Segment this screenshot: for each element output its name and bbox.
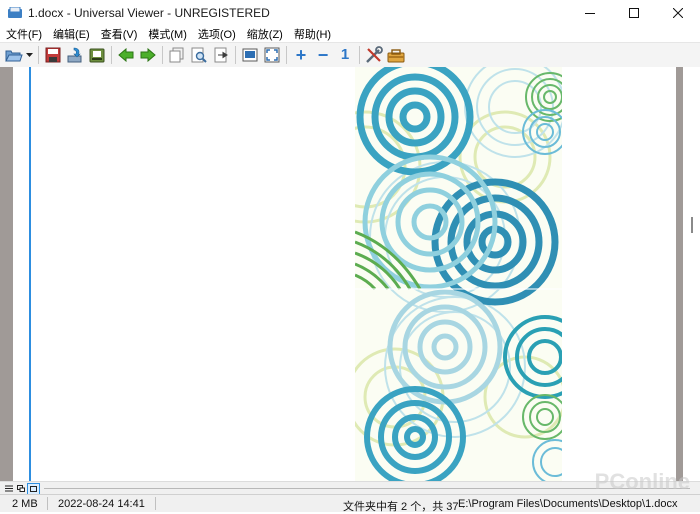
fit-window-icon [242, 48, 258, 62]
status-separator [155, 497, 156, 510]
maximize-button[interactable] [612, 0, 656, 26]
zoom-in-button[interactable]: + [290, 44, 312, 66]
reload-icon [67, 47, 82, 63]
document-image [355, 67, 562, 481]
forward-arrow-icon [140, 48, 156, 62]
copy-button[interactable] [166, 44, 188, 66]
zoom-out-button[interactable]: − [312, 44, 334, 66]
print-button[interactable] [86, 44, 108, 66]
find-button[interactable] [188, 44, 210, 66]
minimize-icon [585, 13, 595, 14]
window-title: 1.docx - Universal Viewer - UNREGISTERED [28, 6, 270, 20]
right-border [676, 67, 683, 481]
menu-view[interactable]: 查看(V) [95, 26, 143, 42]
maximize-icon [629, 8, 639, 18]
zoom-out-icon: − [317, 45, 329, 65]
menu-bar: 文件(F) 编辑(E) 查看(V) 模式(M) 选项(O) 缩放(Z) 帮助(H… [0, 26, 700, 42]
toolbar-separator [359, 46, 360, 64]
toolbar-separator [162, 46, 163, 64]
zoom-original-button[interactable]: 1 [334, 44, 356, 66]
open-dropdown[interactable] [25, 44, 33, 66]
toolbar-separator [38, 46, 39, 64]
vertical-scrollbar[interactable] [683, 67, 700, 481]
close-icon [673, 8, 683, 18]
list-view-icon [4, 485, 13, 491]
app-icon [8, 7, 22, 18]
menu-file[interactable]: 文件(F) [0, 26, 47, 42]
minimize-button[interactable] [568, 0, 612, 26]
zoom-in-icon: + [295, 45, 307, 65]
toolbar-separator [111, 46, 112, 64]
open-button[interactable] [3, 44, 25, 66]
fullscreen-button[interactable] [261, 44, 283, 66]
open-icon [5, 50, 23, 62]
folder-file-count: 文件夹中有 2 个，共 37 · [343, 501, 466, 513]
plugins-icon [387, 49, 405, 63]
exit-icon [214, 47, 228, 63]
thumbnails-view-icon [16, 484, 25, 492]
exit-button[interactable] [210, 44, 232, 66]
save-icon [45, 47, 61, 63]
close-button[interactable] [656, 0, 700, 26]
watermark: PConline [594, 469, 690, 494]
viewer-content [0, 67, 700, 481]
fullscreen-icon [264, 47, 280, 63]
horizontal-scrollbar[interactable] [44, 488, 690, 489]
document-area[interactable] [31, 67, 676, 481]
plugins-button[interactable] [385, 44, 407, 66]
page-view-icon [30, 486, 37, 492]
zoom-original-icon: 1 [340, 46, 350, 63]
toolbar: + − 1 [0, 42, 700, 68]
back-button[interactable] [115, 44, 137, 66]
status-separator [47, 497, 48, 510]
settings-button[interactable] [363, 44, 385, 66]
back-arrow-icon [118, 48, 134, 62]
file-path: E:\Program Files\Documents\Desktop\1.doc… [458, 498, 678, 510]
chevron-down-icon [25, 53, 33, 57]
find-icon [191, 47, 207, 63]
save-button[interactable] [42, 44, 64, 66]
menu-help[interactable]: 帮助(H) [288, 26, 336, 42]
title-bar: 1.docx - Universal Viewer - UNREGISTERED [0, 0, 700, 26]
forward-button[interactable] [137, 44, 159, 66]
menu-edit[interactable]: 编辑(E) [47, 26, 95, 42]
thumbnail-panel[interactable] [13, 67, 29, 481]
copy-icon [169, 47, 184, 63]
menu-zoom[interactable]: 缩放(Z) [241, 26, 288, 42]
vertical-scrollbar-thumb[interactable] [691, 217, 693, 233]
settings-tools-icon [366, 46, 383, 63]
left-border [0, 67, 13, 481]
reload-button[interactable] [64, 44, 86, 66]
view-thumbnails-button[interactable] [15, 483, 26, 493]
file-date: 2022-08-24 14:41 [58, 498, 145, 510]
toolbar-separator [235, 46, 236, 64]
status-bar: 2 MB 2022-08-24 14:41 文件夹中有 2 个，共 37 · E… [0, 494, 700, 513]
menu-mode[interactable]: 模式(M) [142, 26, 192, 42]
print-icon [89, 48, 105, 63]
file-size: 2 MB [12, 498, 38, 510]
view-list-button[interactable] [3, 483, 14, 493]
toolbar-separator [286, 46, 287, 64]
fit-window-button[interactable] [239, 44, 261, 66]
menu-options[interactable]: 选项(O) [192, 26, 241, 42]
